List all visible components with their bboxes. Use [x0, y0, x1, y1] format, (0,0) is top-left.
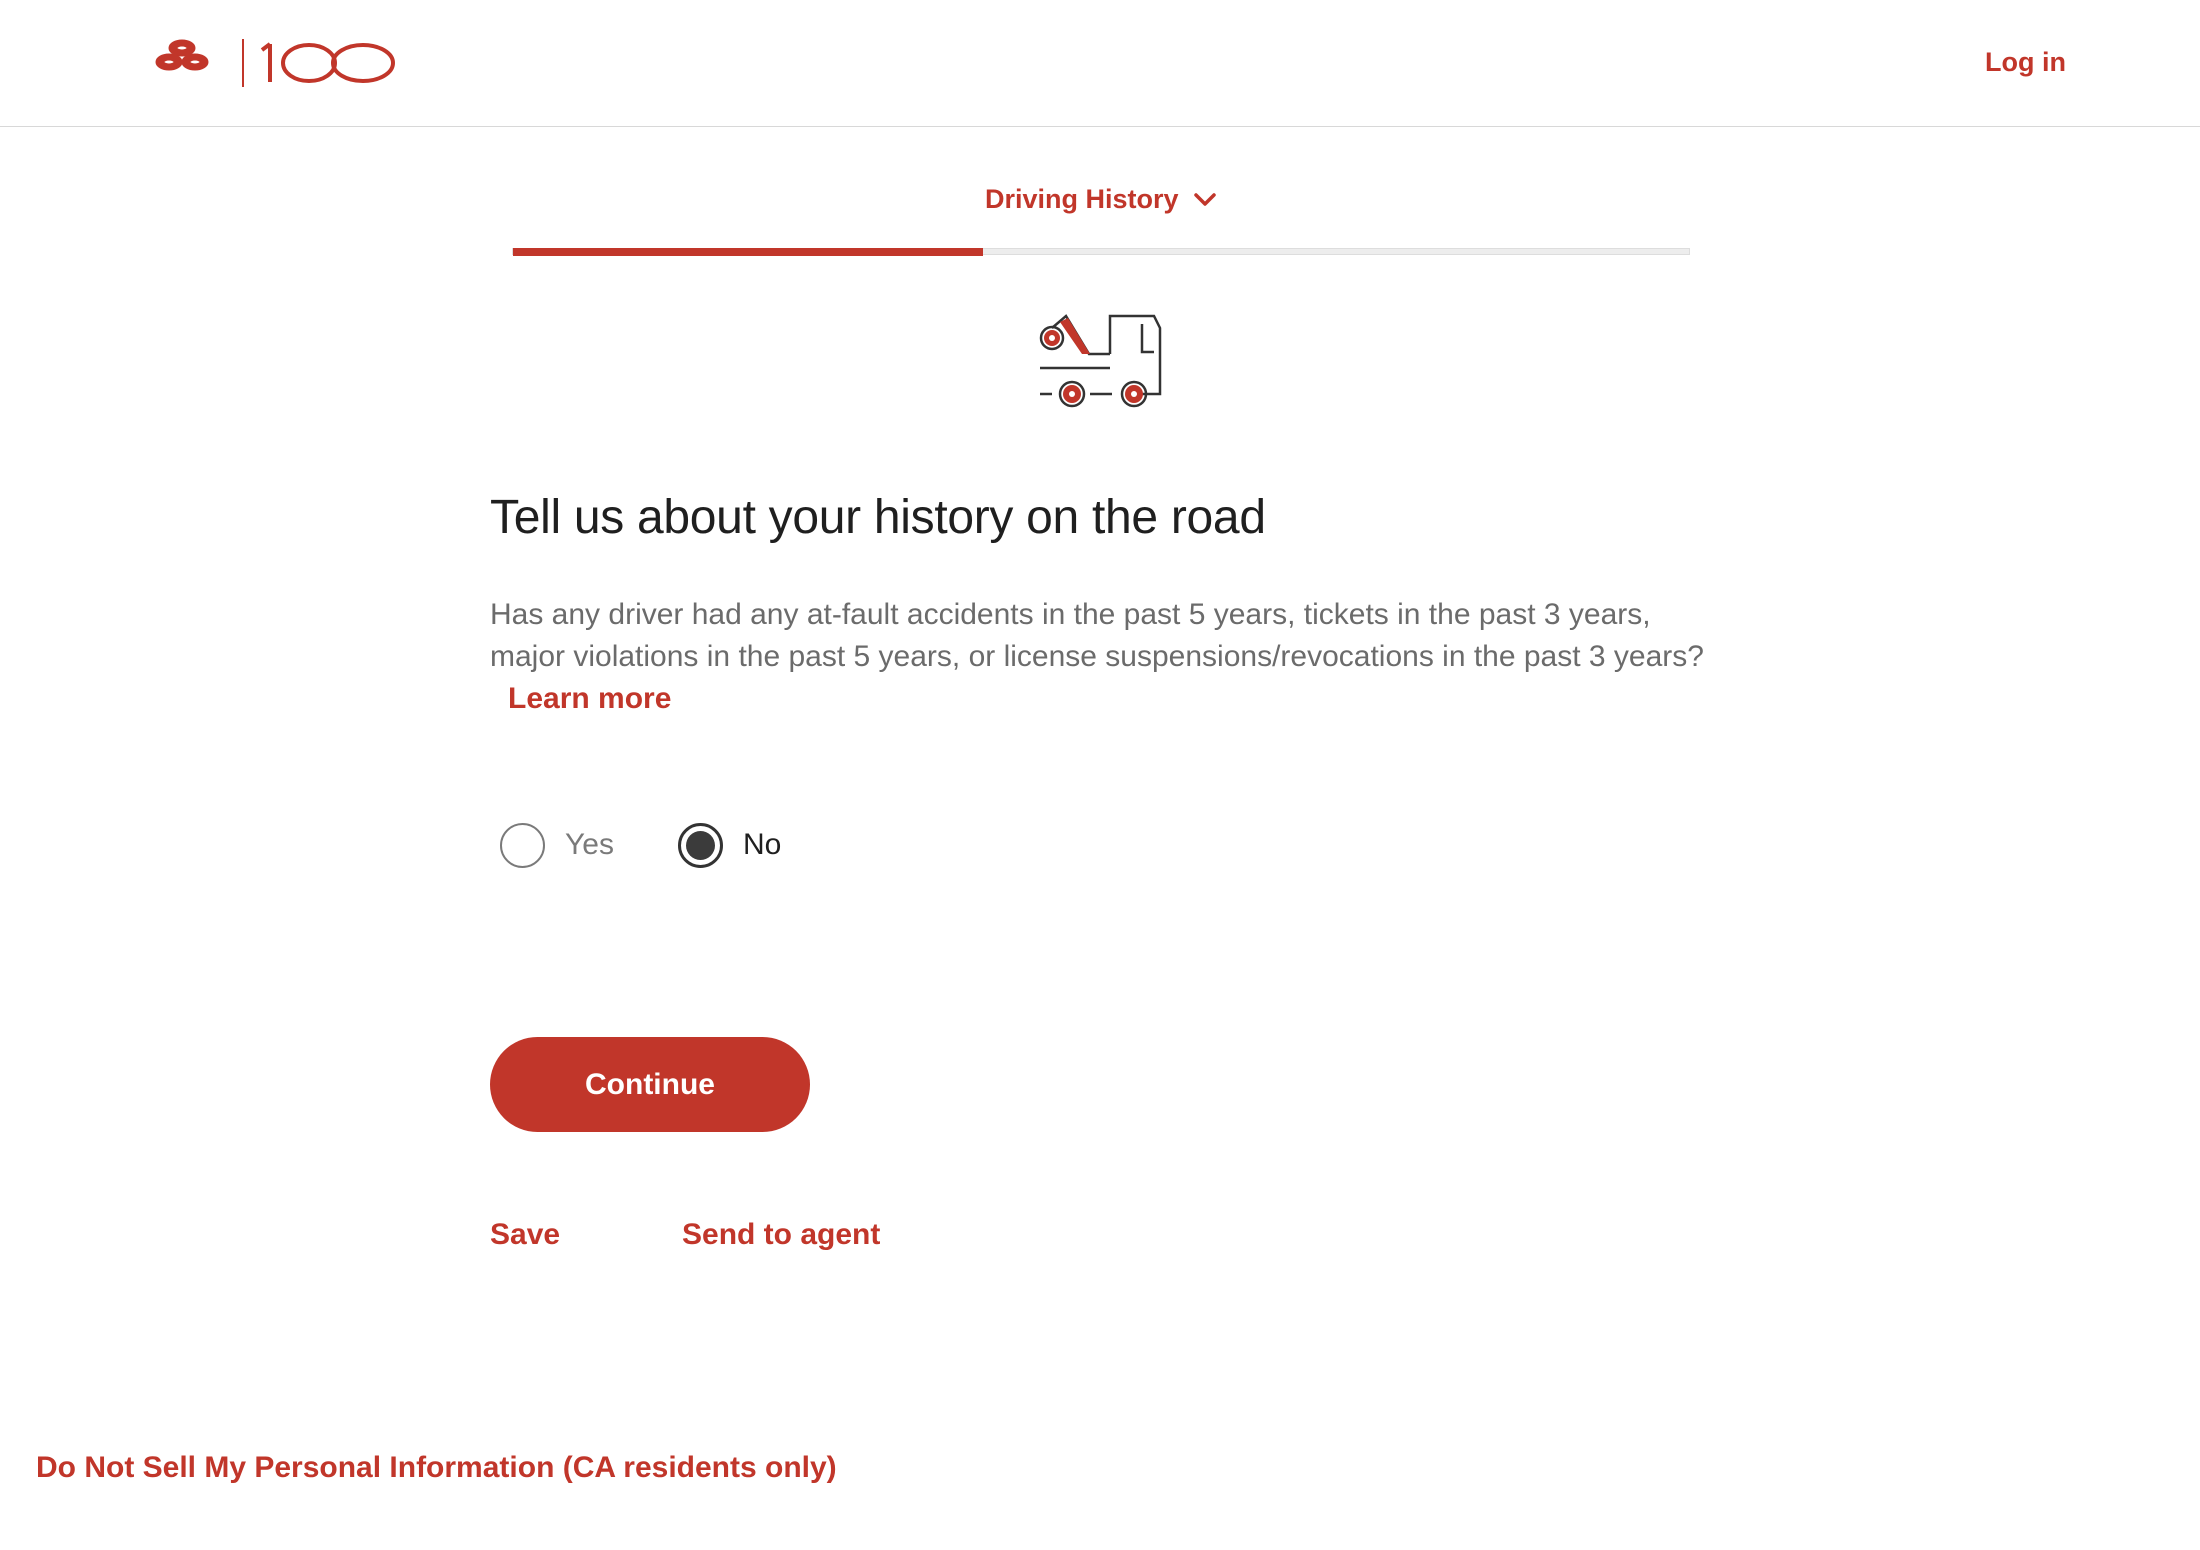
- radio-yes-circle[interactable]: [500, 822, 545, 868]
- section-dropdown[interactable]: Driving History: [985, 184, 1217, 215]
- do-not-sell-link[interactable]: Do Not Sell My Personal Information (CA …: [36, 1451, 837, 1485]
- question-text: Has any driver had any at-fault accident…: [490, 594, 1710, 720]
- save-link[interactable]: Save: [490, 1218, 560, 1252]
- three-ovals-logo-icon: [155, 39, 395, 87]
- radio-no[interactable]: No: [678, 818, 781, 872]
- section-label: Driving History: [985, 184, 1179, 214]
- question-body: Has any driver had any at-fault accident…: [490, 598, 1704, 673]
- radio-no-label: No: [743, 828, 782, 861]
- tow-truck-icon: [1034, 308, 1164, 412]
- continue-button[interactable]: Continue: [490, 1037, 810, 1132]
- page-title: Tell us about your history on the road: [490, 491, 1266, 544]
- radio-yes-label: Yes: [565, 828, 614, 861]
- learn-more-link[interactable]: Learn more: [508, 682, 671, 715]
- header: Log in: [0, 0, 2200, 127]
- radio-no-circle[interactable]: [678, 822, 723, 868]
- progress-bar: [512, 248, 1690, 256]
- brand-logo[interactable]: [152, 36, 402, 90]
- send-to-agent-link[interactable]: Send to agent: [682, 1218, 880, 1252]
- chevron-down-icon: [1193, 192, 1216, 206]
- progress-fill: [513, 248, 984, 256]
- page: Log in Driving History Tell us about you…: [0, 0, 2200, 1550]
- radio-yes[interactable]: Yes: [500, 818, 614, 872]
- login-link[interactable]: Log in: [1985, 47, 2066, 78]
